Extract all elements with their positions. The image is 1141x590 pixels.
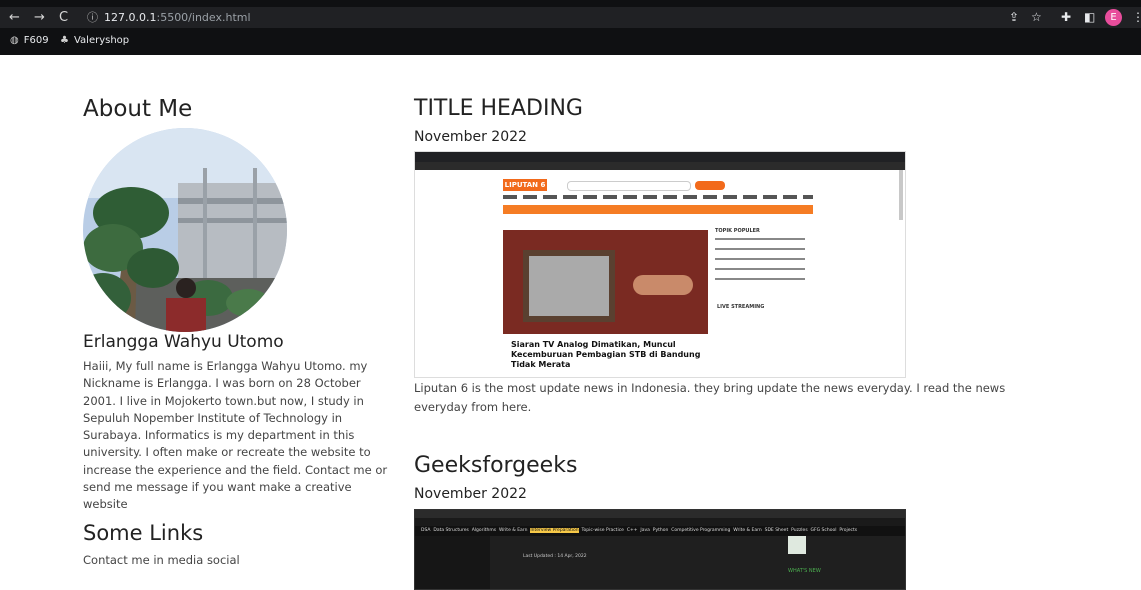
shot-logo: LIPUTAN 6 [503,179,547,191]
shot2-sidebar [415,536,490,589]
star-icon[interactable]: ☆ [1031,7,1042,28]
url-host: 127.0.0.1 [104,11,157,24]
shot-topic-list [715,238,805,288]
post-description: Liputan 6 is the most update news in Ind… [414,381,1006,414]
bookmarks-bar: ◍ F609 ♣ Valeryshop [0,33,1141,49]
shot-hero-image [503,230,708,334]
url-path: :5500/index.html [156,11,251,24]
links-heading: Some Links [83,521,204,545]
shot2-menu: DSA Data Structures Algorithms Write & E… [415,526,905,536]
shot2-bookmarks [415,518,905,526]
shot-topics: TOPIK POPULER [715,228,760,234]
forward-icon[interactable]: → [34,7,45,28]
shot-browser-bar [415,152,905,162]
browser-toolbar: ← → C ⓘ 127.0.0.1:5500/index.html ⇪ ☆ ✚ … [0,7,1141,28]
shot2-whats-new: WHAT'S NEW [788,568,821,574]
shot2-thumb [788,536,806,554]
shot2-updated: Last Updated : 14 Apr, 2022 [523,554,587,559]
profile-photo [83,128,287,332]
post-title: TITLE HEADING [414,96,583,121]
shot-search [567,181,691,191]
shot-nav [503,195,813,199]
about-heading: About Me [83,96,193,122]
globe-icon: ◍ [10,35,19,46]
shot-scrollbar [899,170,903,220]
reload-icon[interactable]: C [59,7,68,28]
shot-headline: Siaran TV Analog Dimatikan, Muncul Kecem… [511,340,701,369]
bookmark-valeryshop[interactable]: ♣ Valeryshop [60,33,129,49]
browser-chrome: ← → C ⓘ 127.0.0.1:5500/index.html ⇪ ☆ ✚ … [0,0,1141,55]
profile-avatar[interactable]: E [1105,9,1122,26]
shot-search-button [695,181,725,190]
menu-icon[interactable]: ⋮ [1132,7,1141,28]
links-text: Contact me in media social [83,553,240,567]
post-title-geeksforgeeks: Geeksforgeeks [414,453,578,478]
post-screenshot-liputan6: LIPUTAN 6 Siaran TV Analog Dimatikan, Mu… [414,151,906,378]
post-screenshot-gfg: DSA Data Structures Algorithms Write & E… [414,509,906,590]
address-bar[interactable]: 127.0.0.1:5500/index.html [104,7,251,28]
shot-banner [503,205,813,214]
shot2-browser-bar [415,510,905,518]
share-icon[interactable]: ⇪ [1009,7,1019,28]
extensions-icon[interactable]: ✚ [1061,7,1071,28]
profile-bio: Haiii, My full name is Erlangga Wahyu Ut… [83,359,388,512]
sidebar-icon[interactable]: ◧ [1084,7,1095,28]
shop-icon: ♣ [60,35,69,46]
back-icon[interactable]: ← [9,7,20,28]
profile-name: Erlangga Wahyu Utomo [83,332,284,352]
shot-bookmarks [415,162,905,170]
info-icon[interactable]: ⓘ [87,7,98,28]
bookmark-f609[interactable]: ◍ F609 [10,33,49,49]
post-date-2: November 2022 [414,486,527,502]
post-date: November 2022 [414,129,527,145]
shot-live: LIVE STREAMING [717,304,765,310]
